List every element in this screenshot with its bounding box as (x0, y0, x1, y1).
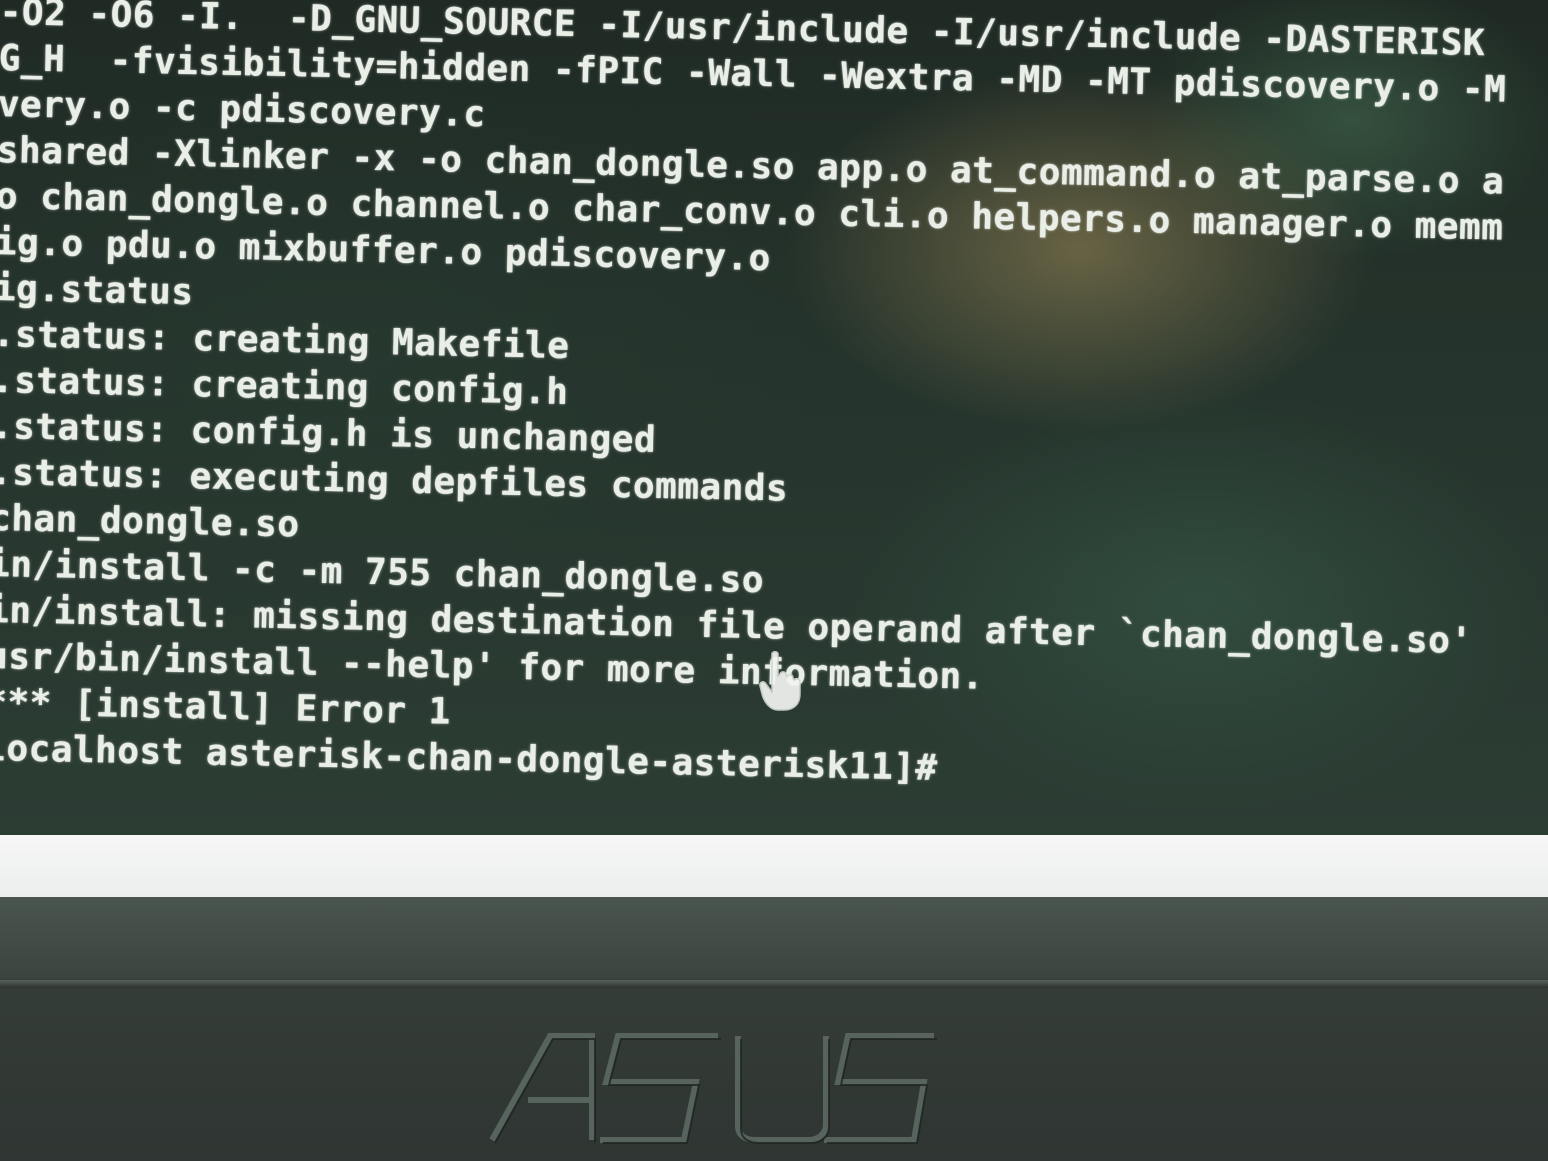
bezel-ridge (0, 980, 1548, 988)
terminal-line: .status: config.h is unchanged (0, 405, 657, 461)
terminal-line: *** [install] Error 1 (0, 681, 452, 733)
monitor-screen: -O2 -O6 -I. -D_GNU_SOURCE -I/usr/include… (0, 0, 1548, 835)
terminal-line: very.o -c pdiscovery.c (0, 83, 486, 136)
terminal-line: chan_dongle.so (0, 497, 300, 546)
hand-pointer-icon (759, 651, 801, 711)
asus-logo (489, 1033, 937, 1144)
terminal-line: .status: creating config.h (0, 359, 569, 413)
terminal-prompt[interactable]: localhost asterisk-chan-dongle-asterisk1… (0, 728, 938, 789)
terminal-line: ig.status (0, 267, 194, 314)
terminal-line: .status: creating Makefile (0, 313, 570, 367)
screen-bottom-edge (0, 835, 1548, 897)
